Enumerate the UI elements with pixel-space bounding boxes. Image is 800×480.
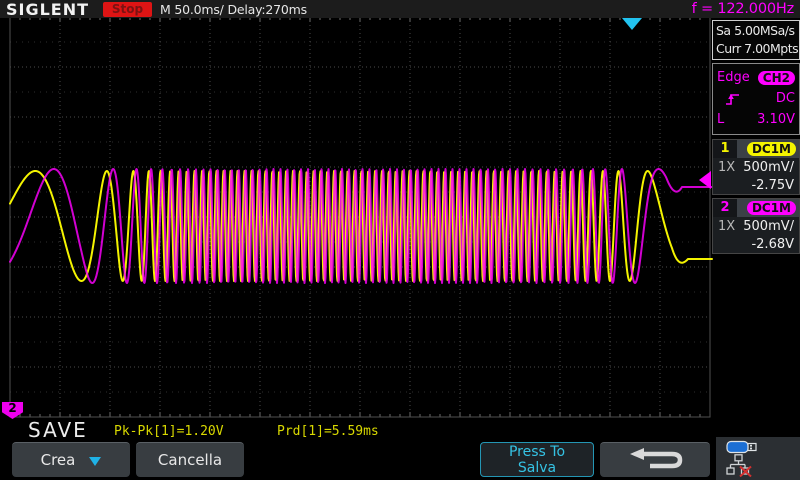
channel2-info-box[interactable]: 2 DC1M 1X 500mV/ -2.68V xyxy=(712,198,800,254)
channel2-probe: 1X xyxy=(718,218,735,236)
dropdown-arrow-icon xyxy=(89,457,101,472)
channel2-number: 2 xyxy=(713,199,737,217)
cancel-button[interactable]: Cancella xyxy=(136,442,244,477)
measurement-period: Prd[1]=5.59ms xyxy=(277,424,379,439)
channel2-offset: -2.68V xyxy=(718,236,794,254)
oscilloscope-screen: SIGLENT Stop M 50.0ms/ Delay:270ms f = 1… xyxy=(0,0,800,480)
measurement-pkpk: Pk-Pk[1]=1.20V xyxy=(114,424,224,439)
trigger-info-box[interactable]: Edge CH2 DC L 3.10V xyxy=(712,63,800,135)
create-button-label: Crea xyxy=(41,451,76,469)
trigger-coupling: DC xyxy=(776,91,795,106)
cancel-button-label: Cancella xyxy=(158,451,222,469)
channel2-scale: 500mV/ xyxy=(743,218,794,236)
press-to-save-button[interactable]: Press To Salva xyxy=(480,442,594,477)
back-arrow-icon xyxy=(622,446,688,474)
back-button[interactable] xyxy=(600,442,710,477)
channel1-number: 1 xyxy=(713,140,737,158)
trigger-level-value: 3.10V xyxy=(757,112,795,127)
channel1-offset: -2.75V xyxy=(718,177,794,195)
trigger-type: Edge xyxy=(717,70,750,85)
timebase-readout[interactable]: M 50.0ms/ Delay:270ms xyxy=(160,2,307,17)
top-bar: SIGLENT Stop M 50.0ms/ Delay:270ms f = 1… xyxy=(0,0,800,18)
io-status-panel xyxy=(716,437,800,480)
rising-edge-icon xyxy=(725,92,741,106)
acquisition-status-badge[interactable]: Stop xyxy=(103,2,152,17)
trigger-position-marker xyxy=(622,18,642,30)
trigger-source-badge: CH2 xyxy=(758,71,795,85)
waveform-display[interactable] xyxy=(0,0,800,480)
channel1-coupling-badge: DC1M xyxy=(747,142,796,156)
usb-connected-icon xyxy=(726,439,800,454)
create-button[interactable]: Crea xyxy=(12,442,130,477)
acquisition-info-box: Sa 5.00MSa/s Curr 7.00Mpts xyxy=(712,20,800,60)
frequency-counter: f = 122.000Hz xyxy=(692,1,794,17)
channel1-probe: 1X xyxy=(718,159,735,177)
lan-disconnected-icon xyxy=(726,454,800,480)
memory-depth: Curr 7.00Mpts xyxy=(716,40,799,58)
channel1-info-box[interactable]: 1 DC1M 1X 500mV/ -2.75V xyxy=(712,139,800,195)
press-to-save-line2: Salva xyxy=(518,460,556,476)
trigger-level-label: L xyxy=(717,112,724,127)
sample-rate: Sa 5.00MSa/s xyxy=(716,22,799,40)
menu-title: SAVE xyxy=(28,418,88,442)
channel1-scale: 500mV/ xyxy=(743,159,794,177)
channel2-coupling-badge: DC1M xyxy=(747,201,796,215)
press-to-save-line1: Press To xyxy=(509,444,565,460)
brand-logo: SIGLENT xyxy=(6,0,89,19)
